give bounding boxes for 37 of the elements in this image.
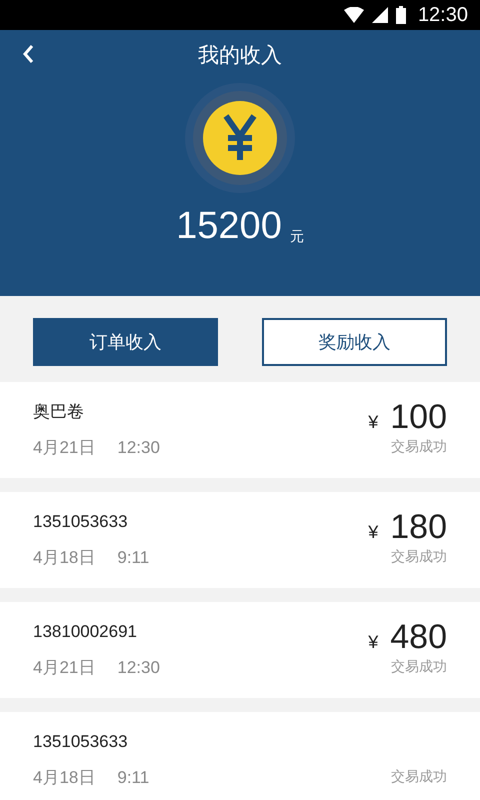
record-name: 1351053633 bbox=[33, 731, 129, 753]
record-amount: 100 bbox=[390, 398, 447, 436]
wifi-icon bbox=[344, 7, 364, 23]
back-icon[interactable] bbox=[22, 44, 34, 64]
page-title: 我的收入 bbox=[198, 43, 282, 69]
record-name: 1351053633 bbox=[33, 511, 129, 533]
currency-sign: ¥ bbox=[368, 631, 378, 654]
record-time: 12:30 bbox=[117, 437, 160, 459]
record-date: 4月21日 bbox=[33, 437, 96, 459]
signal-icon bbox=[372, 7, 388, 23]
currency-sign: ¥ bbox=[368, 521, 378, 544]
record-name: 13810002691 bbox=[33, 621, 138, 643]
record-amount: 180 bbox=[390, 508, 447, 546]
income-tab[interactable]: 订单收入 bbox=[33, 318, 218, 366]
income-tab[interactable]: 奖励收入 bbox=[262, 318, 447, 366]
record-status: 交易成功 bbox=[391, 657, 447, 676]
record-status: 交易成功 bbox=[391, 547, 447, 566]
record-status: 交易成功 bbox=[391, 767, 447, 786]
record-date: 4月21日 bbox=[33, 657, 96, 679]
record-time: 12:30 bbox=[117, 657, 160, 679]
income-record[interactable]: 1351053633 4月18日 9:11 ¥ 180 交易成功 bbox=[0, 492, 480, 588]
currency-unit: 元 bbox=[290, 227, 304, 246]
record-time: 9:11 bbox=[117, 767, 150, 789]
battery-icon bbox=[396, 6, 406, 24]
record-time: 9:11 bbox=[117, 547, 150, 569]
income-record[interactable]: 1351053633 4月18日 9:11 交易成功 bbox=[0, 712, 480, 800]
record-status: 交易成功 bbox=[391, 437, 447, 456]
total-income: 15200 bbox=[176, 206, 282, 246]
record-name: 奥巴卷 bbox=[33, 401, 85, 423]
coin-icon bbox=[184, 82, 296, 194]
clock: 12:30 bbox=[418, 3, 468, 28]
record-amount: 480 bbox=[390, 618, 447, 656]
record-date: 4月18日 bbox=[33, 767, 96, 789]
record-date: 4月18日 bbox=[33, 547, 96, 569]
currency-sign: ¥ bbox=[368, 411, 378, 434]
income-record[interactable]: 13810002691 4月21日 12:30 ¥ 480 交易成功 bbox=[0, 602, 480, 698]
income-record[interactable]: 奥巴卷 4月21日 12:30 ¥ 100 交易成功 bbox=[0, 382, 480, 478]
